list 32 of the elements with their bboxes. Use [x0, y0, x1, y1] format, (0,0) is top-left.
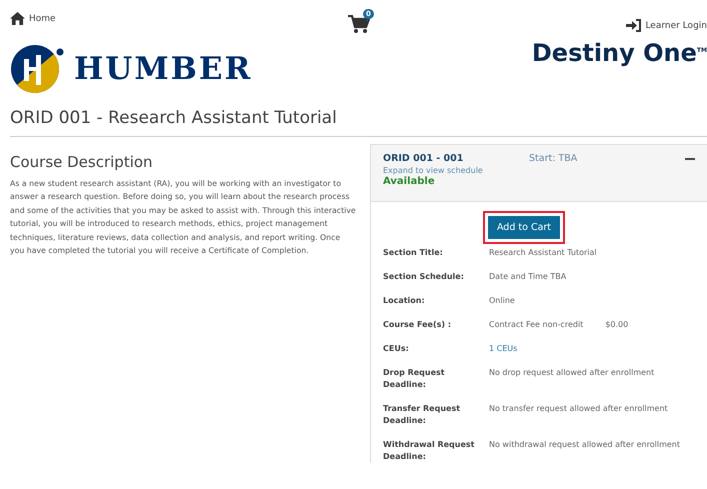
cart-icon[interactable] — [348, 15, 370, 34]
availability-status: Available — [383, 176, 436, 187]
login-link[interactable]: Learner Login — [626, 19, 707, 32]
detail-label: Withdrawal Request Deadline: — [383, 439, 475, 463]
section-heading: Course Description — [10, 153, 154, 171]
detail-value: Research Assistant Tutorial — [489, 247, 597, 259]
detail-label: CEUs: — [383, 343, 410, 355]
add-to-cart-button[interactable]: Add to Cart — [488, 216, 560, 239]
detail-label: Drop Request Deadline: — [383, 367, 446, 391]
destiny-one-logo: Destiny One$^{TM}$ — [532, 39, 707, 67]
detail-value: No drop request allowed after enrollment — [489, 367, 654, 379]
start-date: Start: TBA — [529, 153, 578, 164]
section-code: ORID 001 - 001 — [383, 153, 464, 164]
humber-wordmark: HUMBER — [74, 51, 252, 87]
detail-value: No withdrawal request allowed after enrollment — [489, 439, 680, 451]
detail-label: Location: — [383, 295, 426, 307]
home-icon — [10, 12, 25, 25]
home-link[interactable]: Home — [10, 12, 348, 25]
detail-label: Course Fee(s) : — [383, 319, 452, 331]
detail-value: $0.00 — [605, 319, 628, 331]
detail-label: Section Schedule: — [383, 271, 465, 283]
course-title: ORID 001 - Research Assistant Tutorial — [10, 108, 338, 128]
humber-logo-icon — [10, 44, 64, 94]
detail-label: Transfer Request Deadline: — [383, 403, 462, 427]
detail-value: Contract Fee non-credit — [489, 319, 584, 331]
expand-link[interactable]: Expand to view schedule — [383, 166, 685, 175]
detail-value: Date and Time TBA — [489, 271, 566, 283]
detail-value: No transfer request allowed after enrollment — [489, 403, 668, 415]
sign-in-icon — [626, 19, 642, 32]
detail-label: Section Title: — [383, 247, 444, 259]
detail-value: Online — [489, 295, 515, 307]
detail-link[interactable]: 1 CEUs — [489, 343, 518, 355]
